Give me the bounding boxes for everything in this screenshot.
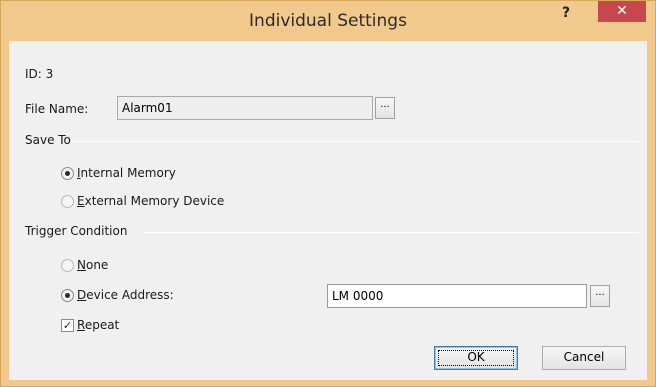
device-address-browse-button[interactable]: ... (590, 285, 610, 307)
file-name-field[interactable]: Alarm01 (117, 96, 373, 120)
none-radio[interactable] (61, 259, 74, 272)
id-label: ID: 3 (25, 67, 54, 81)
external-memory-radio[interactable] (61, 195, 74, 208)
ok-button[interactable]: OK (434, 346, 518, 370)
dialog-window: Individual Settings ? ✕ ID: 3 File Name:… (0, 0, 656, 387)
close-button[interactable]: ✕ (598, 1, 646, 22)
close-icon: ✕ (616, 3, 628, 19)
save-to-group-label: Save To (25, 133, 71, 147)
device-address-label[interactable]: Device Address: (77, 288, 174, 302)
internal-memory-radio[interactable] (61, 167, 74, 180)
internal-memory-label[interactable]: Internal Memory (77, 166, 176, 180)
help-button[interactable]: ? (553, 5, 579, 27)
external-memory-label[interactable]: External Memory Device (77, 194, 224, 208)
cancel-button[interactable]: Cancel (542, 346, 626, 370)
device-address-radio[interactable] (61, 289, 74, 302)
focus-rectangle (438, 350, 514, 366)
file-name-label: File Name: (25, 102, 89, 116)
trigger-condition-group-label: Trigger Condition (25, 224, 128, 238)
check-icon: ✓ (62, 319, 73, 332)
none-label[interactable]: None (77, 258, 108, 272)
file-name-browse-button[interactable]: ... (375, 97, 395, 119)
device-address-field[interactable]: LM 0000 (327, 284, 587, 308)
trigger-condition-separator (144, 232, 639, 233)
save-to-separator (71, 141, 639, 142)
title-bar[interactable]: Individual Settings ? ✕ (1, 1, 655, 41)
repeat-checkbox[interactable]: ✓ (61, 319, 74, 332)
dialog-body: ID: 3 File Name: Alarm01 ... Save To Int… (9, 41, 647, 380)
repeat-label[interactable]: Repeat (77, 318, 119, 332)
